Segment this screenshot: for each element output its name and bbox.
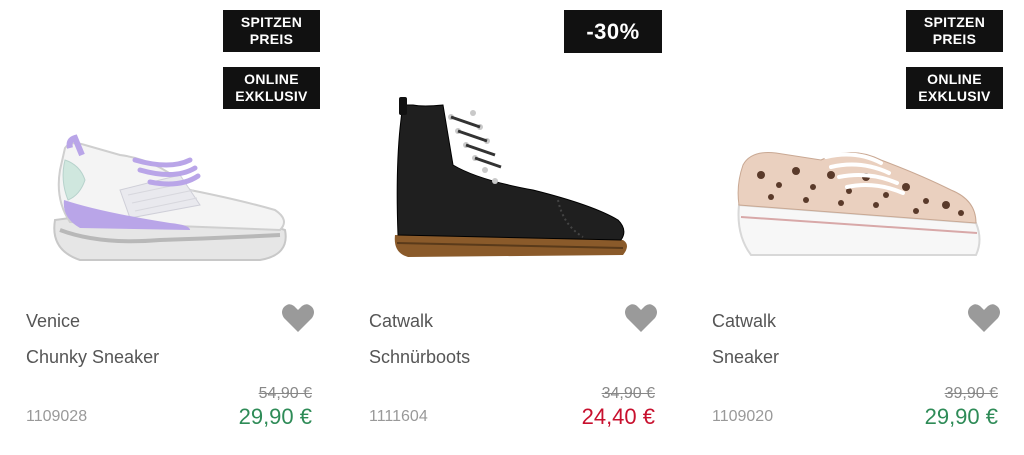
badge-line: PREIS	[249, 31, 294, 47]
article-number: 1109028	[26, 408, 88, 425]
heart-icon[interactable]	[624, 303, 658, 333]
sale-price: 29,90 €	[238, 404, 312, 429]
article-number: 1109020	[712, 408, 774, 425]
online-exklusiv-badge: ONLINE EXKLUSIV	[906, 67, 1003, 109]
badge-line: SPITZEN	[240, 14, 303, 30]
spitzen-preis-badge: SPITZEN PREIS	[906, 10, 1003, 52]
spitzen-preis-badge: SPITZEN PREIS	[223, 10, 320, 52]
product-image[interactable]	[383, 95, 643, 275]
article-number: 1111604	[369, 408, 428, 425]
badge-line: PREIS	[932, 31, 977, 47]
product-name[interactable]: Chunky Sneaker	[26, 347, 159, 368]
product-brand[interactable]: Catwalk	[369, 311, 433, 332]
old-price: 34,90 €	[601, 385, 655, 402]
product-card[interactable]: SPITZEN PREIS ONLINE EXKLUSIV Venice Chu…	[0, 0, 330, 455]
old-price: 39,90 €	[944, 385, 998, 402]
discount-badge: -30%	[564, 10, 662, 53]
badge-line: EXKLUSIV	[918, 88, 991, 104]
product-card[interactable]: SPITZEN PREIS ONLINE EXKLUSIV Catwalk Sn…	[686, 0, 1016, 455]
sale-price: 24,40 €	[581, 404, 655, 429]
badge-line: SPITZEN	[923, 14, 986, 30]
sale-price: 29,90 €	[924, 404, 998, 429]
product-image[interactable]	[40, 100, 300, 280]
badge-line: ONLINE	[927, 71, 982, 87]
product-card[interactable]: -30% Catwalk Schnürboots 1111604 34,90 €…	[343, 0, 673, 455]
product-image[interactable]	[731, 105, 991, 285]
product-name[interactable]: Schnürboots	[369, 347, 470, 368]
badge-line: ONLINE	[244, 71, 299, 87]
heart-icon[interactable]	[281, 303, 315, 333]
old-price: 54,90 €	[258, 385, 312, 402]
product-brand[interactable]: Venice	[26, 311, 80, 332]
product-brand[interactable]: Catwalk	[712, 311, 776, 332]
product-name[interactable]: Sneaker	[712, 347, 779, 368]
heart-icon[interactable]	[967, 303, 1001, 333]
